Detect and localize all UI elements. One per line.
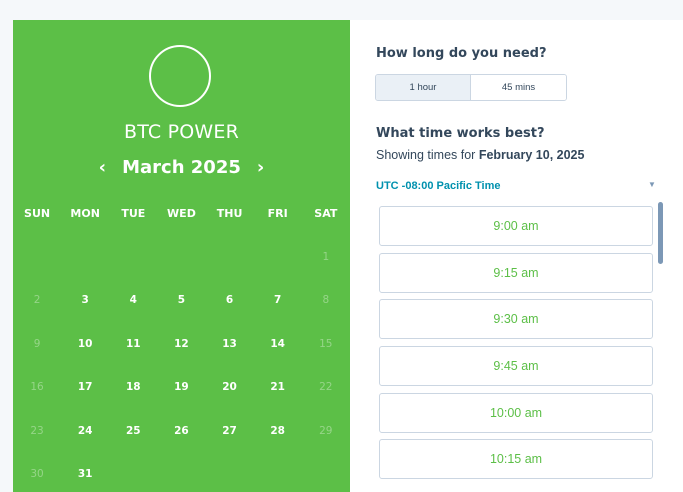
date-cell: 16 (30, 381, 44, 394)
empty-date-cell (61, 235, 109, 279)
weekday-label: SAT (314, 207, 338, 220)
date-cell[interactable]: 31 (61, 453, 109, 492)
date-cell[interactable]: 18 (109, 366, 157, 410)
date-cell[interactable]: 25 (109, 409, 157, 453)
date-cell: 9 (33, 337, 41, 350)
showing-date: February 10, 2025 (478, 148, 585, 162)
chevron-down-icon[interactable]: ▼ (648, 180, 656, 189)
date-cell: 8 (322, 294, 330, 307)
date-cell: 29 (319, 424, 333, 437)
date-cell: 30 (30, 468, 44, 481)
month-navigation: ‹ March 2025 › (13, 157, 350, 178)
duration-selector: 1 hour 45 mins (375, 74, 567, 101)
empty-date-cell (109, 453, 157, 492)
date-cell[interactable]: 24 (61, 409, 109, 453)
time-slot-button[interactable]: 9:15 am (379, 252, 653, 293)
date-cell[interactable]: 17 (61, 366, 109, 410)
date-cell[interactable]: 7 (254, 279, 302, 323)
weekday-label: MON (70, 207, 100, 220)
weekday-label: FRI (267, 207, 288, 220)
date-cell: 2 (33, 294, 41, 307)
date-cell[interactable]: 20 (206, 366, 254, 410)
empty-date-cell (13, 235, 61, 279)
time-slot-button[interactable]: 9:45 am (379, 346, 653, 387)
company-name: BTC POWER (123, 121, 240, 143)
date-cell: 1 (322, 250, 330, 263)
empty-date-cell (157, 453, 205, 492)
showing-prefix: Showing times for (376, 148, 479, 162)
weekday-label: WED (167, 207, 196, 220)
time-slot-button[interactable]: 9:30 am (379, 299, 653, 340)
date-cell[interactable]: 14 (254, 322, 302, 366)
empty-date-cell (302, 453, 350, 492)
empty-date-cell (254, 235, 302, 279)
weekday-label: SUN (24, 207, 51, 220)
duration-question: How long do you need? (376, 46, 547, 61)
date-cell[interactable]: 10 (61, 322, 109, 366)
date-grid: 1 2 3 4 5 6 7 8 9 10 11 12 13 14 15 16 17 18 19 20 21 22 23 24 2… (13, 235, 350, 492)
date-cell[interactable]: 11 (109, 322, 157, 366)
date-cell[interactable]: 13 (206, 322, 254, 366)
next-month-icon[interactable]: › (255, 157, 266, 178)
calendar-panel: BTC POWER ‹ March 2025 › SUN MON TUE WED THU… (13, 20, 350, 492)
duration-option-1-hour[interactable]: 1 hour (376, 75, 471, 100)
weekday-label: THU (216, 207, 243, 220)
prev-month-icon[interactable]: ‹ (97, 157, 108, 178)
weekday-header: SUN MON TUE WED THU FRI SAT (13, 207, 350, 220)
duration-option-45-mins[interactable]: 45 mins (471, 75, 566, 100)
showing-times-text: Showing times for February 10, 2025 (376, 148, 584, 162)
date-cell: 15 (319, 337, 333, 350)
time-slot-button[interactable]: 9:00 am (379, 206, 653, 246)
date-cell[interactable]: 3 (61, 279, 109, 323)
date-cell[interactable]: 4 (109, 279, 157, 323)
date-cell[interactable]: 28 (254, 409, 302, 453)
date-cell[interactable]: 19 (157, 366, 205, 410)
timezone-dropdown[interactable]: UTC -08:00 Pacific Time (376, 180, 501, 192)
month-label: March 2025 (122, 157, 241, 178)
scrollbar-thumb[interactable] (658, 202, 663, 264)
date-cell[interactable]: 5 (157, 279, 205, 323)
top-strip (0, 0, 683, 20)
booking-panel: How long do you need? 1 hour 45 mins Wha… (350, 20, 683, 492)
company-avatar (149, 45, 211, 107)
date-cell[interactable]: 27 (206, 409, 254, 453)
time-slot-button[interactable]: 10:15 am (379, 439, 653, 480)
time-slot-button[interactable]: 10:00 am (379, 392, 653, 433)
weekday-label: TUE (121, 207, 146, 220)
time-question: What time works best? (376, 126, 545, 141)
empty-date-cell (109, 235, 157, 279)
date-cell[interactable]: 6 (206, 279, 254, 323)
empty-date-cell (206, 235, 254, 279)
empty-date-cell (206, 453, 254, 492)
date-cell: 23 (30, 424, 44, 437)
date-cell: 22 (319, 381, 333, 394)
time-slot-list: 9:00 am 9:15 am 9:30 am 9:45 am 10:00 am 10:1… (379, 206, 653, 486)
empty-date-cell (157, 235, 205, 279)
date-cell[interactable]: 12 (157, 322, 205, 366)
date-cell[interactable]: 21 (254, 366, 302, 410)
date-cell[interactable]: 26 (157, 409, 205, 453)
empty-date-cell (254, 453, 302, 492)
